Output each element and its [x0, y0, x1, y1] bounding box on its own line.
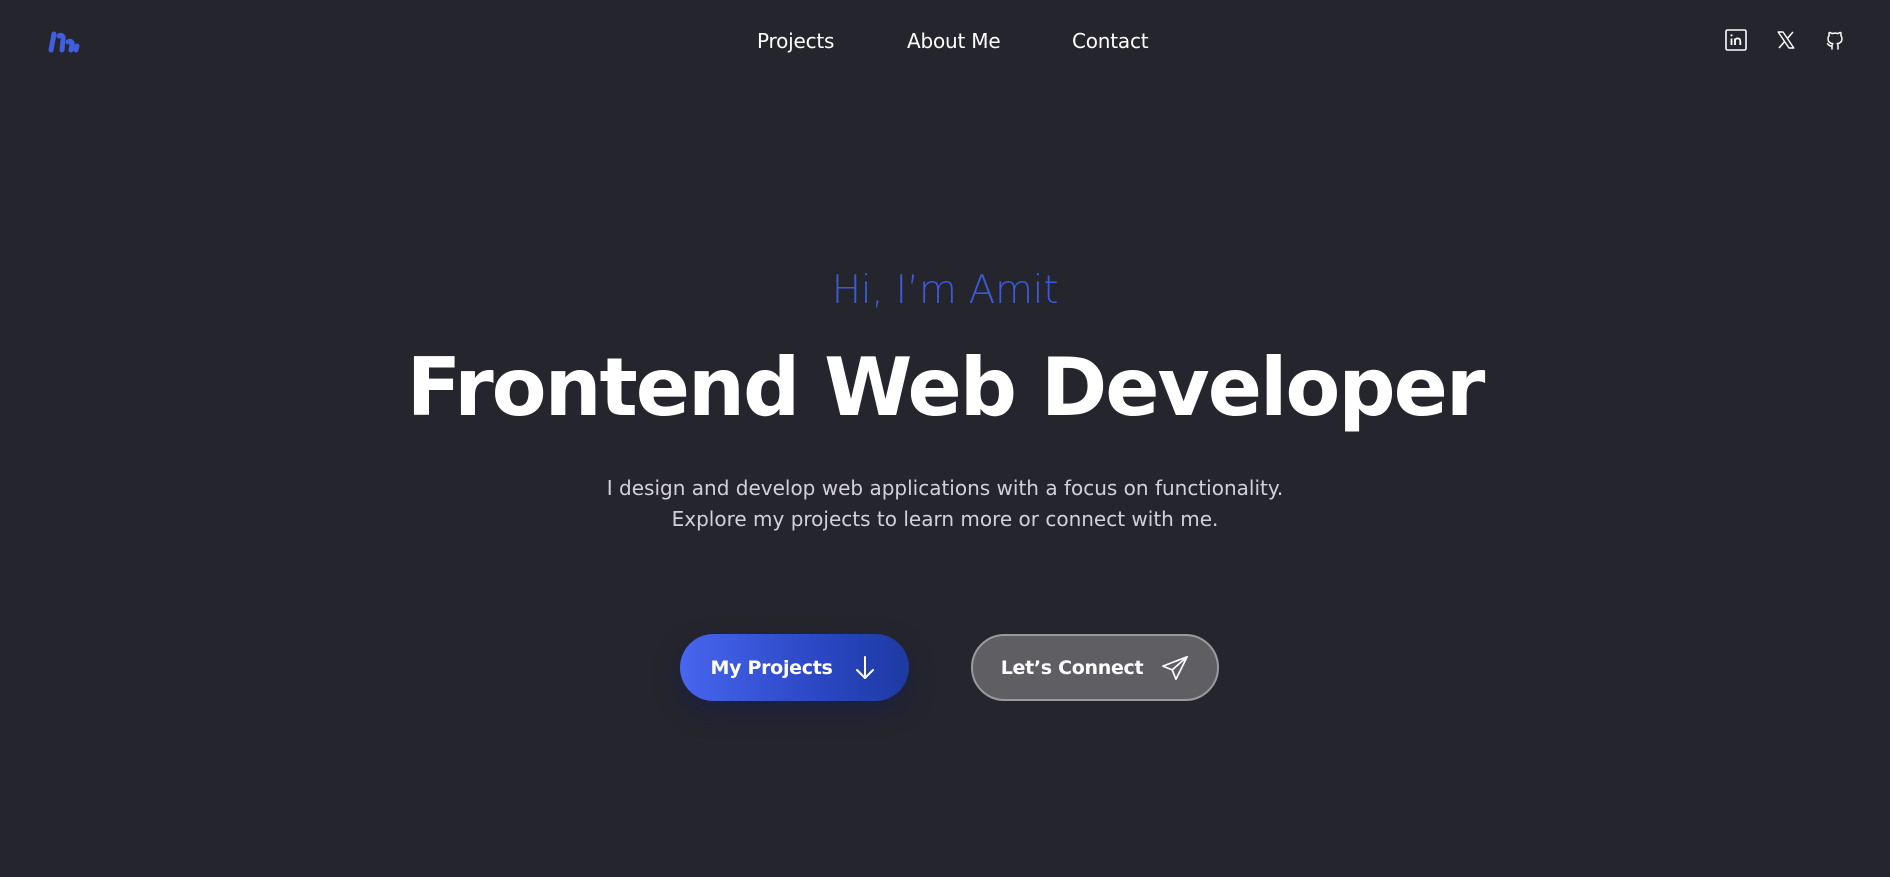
nav-link-contact[interactable]: Contact — [1072, 29, 1149, 53]
arrow-down-icon — [851, 654, 879, 682]
x-link[interactable] — [1774, 28, 1798, 52]
lets-connect-button-label: Let’s Connect — [1000, 656, 1144, 679]
nav-link-about-me[interactable]: About Me — [907, 29, 1001, 53]
nav-link-projects[interactable]: Projects — [757, 29, 834, 53]
my-projects-button-label: My Projects — [710, 656, 833, 679]
lets-connect-button[interactable]: Let’s Connect — [971, 634, 1219, 701]
main-nav: Projects About Me Contact — [0, 29, 1890, 55]
my-projects-button[interactable]: My Projects — [680, 634, 909, 701]
hero-greeting: Hi, I’m Amit — [831, 268, 1059, 313]
x-icon — [1777, 31, 1795, 49]
hero-subtitle-line-2: Explore my projects to learn more or con… — [671, 507, 1219, 531]
github-icon — [1826, 31, 1843, 50]
hero-subtitle-line-1: I design and develop web applications wi… — [606, 476, 1284, 500]
hero-headline: Frontend Web Developer — [406, 341, 1486, 434]
linkedin-link[interactable] — [1724, 28, 1748, 52]
hero-subtitle: I design and develop web applications wi… — [0, 473, 1890, 535]
paper-plane-icon — [1161, 654, 1189, 682]
linkedin-icon — [1725, 29, 1747, 51]
github-link[interactable] — [1823, 28, 1847, 52]
